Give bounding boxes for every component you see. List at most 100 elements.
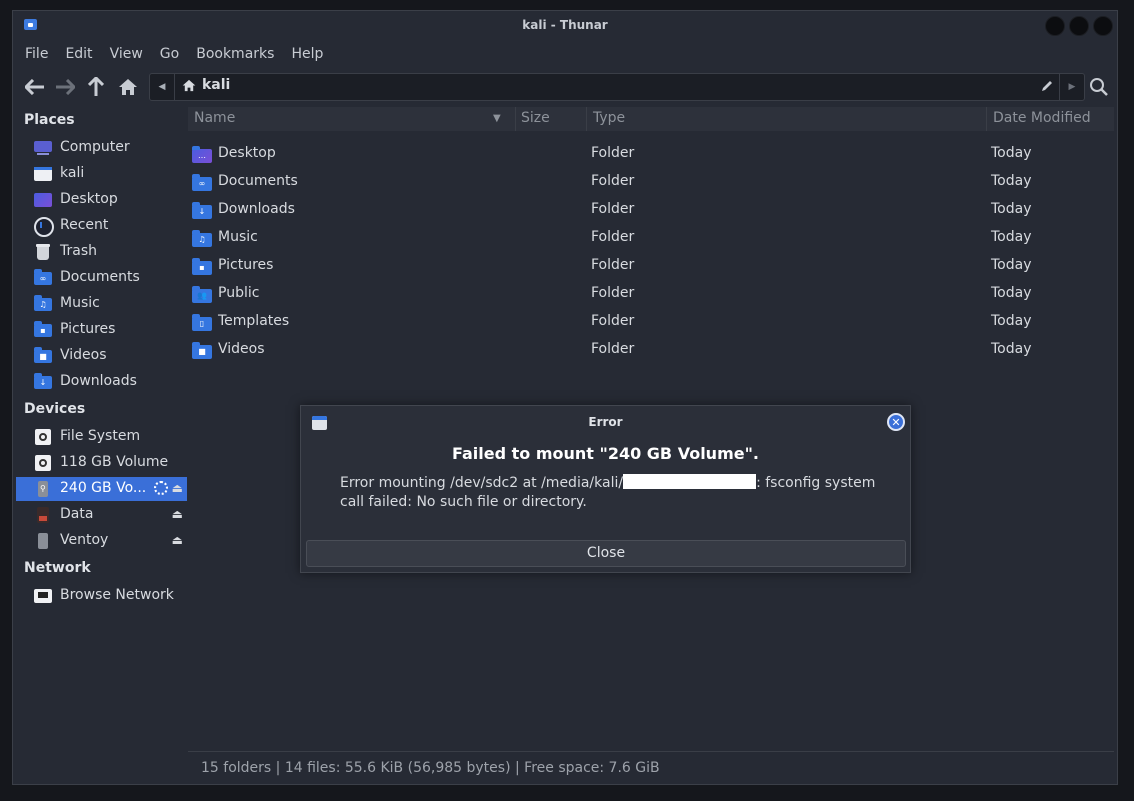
- eject-icon[interactable]: ⏏: [172, 533, 183, 547]
- file-row-documents[interactable]: ∞ Documents Folder Today: [188, 169, 1114, 197]
- status-bar: 15 folders | 14 files: 55.6 KiB (56,985 …: [188, 751, 1114, 785]
- sidebar-item-desktop[interactable]: Desktop: [16, 188, 187, 212]
- file-name: Pictures: [218, 257, 274, 273]
- file-name: Downloads: [218, 201, 295, 217]
- path-scroll-left-button[interactable]: ◀: [150, 74, 175, 100]
- column-separator[interactable]: [515, 107, 516, 131]
- sidebar-item-pictures[interactable]: ▪ Pictures: [16, 318, 187, 342]
- forward-button[interactable]: [53, 75, 77, 99]
- file-type: Folder: [591, 173, 635, 189]
- sidebar-item-label: Recent: [60, 217, 109, 233]
- title-bar[interactable]: kali - Thunar: [13, 11, 1117, 41]
- devices-heading: Devices: [24, 401, 86, 417]
- close-button[interactable]: Close: [306, 540, 906, 567]
- file-row-music[interactable]: ♫ Music Folder Today: [188, 225, 1114, 253]
- file-row-templates[interactable]: ▯ Templates Folder Today: [188, 309, 1114, 337]
- sidebar-item-data[interactable]: Data ⏏: [16, 503, 187, 527]
- sidebar-item-kali[interactable]: kali: [16, 162, 187, 186]
- dialog-message: Error mounting /dev/sdc2 at /media/kali/…: [340, 474, 890, 512]
- sidebar-item-118gb-volume[interactable]: 118 GB Volume: [16, 451, 187, 475]
- column-header-date-modified[interactable]: Date Modified: [993, 110, 1091, 126]
- column-separator[interactable]: [986, 107, 987, 131]
- file-name: Desktop: [218, 145, 276, 161]
- network-icon: [34, 588, 52, 604]
- sidebar-item-browse-network[interactable]: Browse Network: [16, 584, 187, 608]
- status-text: 15 folders | 14 files: 55.6 KiB (56,985 …: [201, 760, 660, 776]
- clock-icon: [34, 217, 54, 237]
- sidebar-item-240gb-volume[interactable]: ⚲ 240 GB Vo... ⏏: [16, 477, 187, 501]
- home-button[interactable]: [116, 75, 140, 99]
- downloads-folder-icon: ↓: [192, 202, 212, 219]
- arrow-up-icon: [88, 77, 104, 96]
- sidebar-item-label: Music: [60, 295, 100, 311]
- menu-bookmarks[interactable]: Bookmarks: [196, 46, 274, 66]
- menu-go[interactable]: Go: [160, 46, 179, 66]
- path-scroll-right-button[interactable]: ▶: [1059, 74, 1084, 100]
- file-type: Folder: [591, 201, 635, 217]
- menu-edit[interactable]: Edit: [65, 46, 92, 66]
- column-separator[interactable]: [586, 107, 587, 131]
- menu-view[interactable]: View: [110, 46, 143, 66]
- close-window-button[interactable]: [1093, 16, 1113, 36]
- column-header-size[interactable]: Size: [521, 110, 550, 126]
- usb-drive-icon: ⚲: [34, 481, 52, 497]
- file-row-videos[interactable]: ■ Videos Folder Today: [188, 337, 1114, 365]
- sidebar-item-label: Videos: [60, 347, 107, 363]
- sidebar-item-trash[interactable]: Trash: [16, 240, 187, 264]
- search-button[interactable]: [1087, 75, 1111, 99]
- menu-file[interactable]: File: [25, 46, 48, 66]
- file-date: Today: [991, 285, 1032, 301]
- menu-help[interactable]: Help: [291, 46, 323, 66]
- file-name: Videos: [218, 341, 265, 357]
- pictures-folder-icon: ▪: [34, 321, 52, 337]
- sidebar-item-recent[interactable]: Recent: [16, 214, 187, 238]
- public-folder-icon: 👥: [192, 286, 212, 303]
- edit-location-button[interactable]: [1040, 79, 1054, 97]
- documents-folder-icon: ∞: [192, 174, 212, 191]
- minimize-button[interactable]: [1045, 16, 1065, 36]
- home-icon: [182, 79, 196, 91]
- sidebar-item-downloads[interactable]: ↓ Downloads: [16, 370, 187, 394]
- thunar-window: kali - Thunar File Edit View Go Bookmark…: [12, 10, 1118, 785]
- sidebar-item-label: Documents: [60, 269, 140, 285]
- window-title: kali - Thunar: [522, 18, 608, 32]
- column-header-name[interactable]: Name: [194, 110, 235, 126]
- back-button[interactable]: [23, 75, 47, 99]
- desktop-icon: [34, 192, 52, 208]
- menu-bar: File Edit View Go Bookmarks Help: [25, 46, 323, 66]
- file-date: Today: [991, 145, 1032, 161]
- file-row-public[interactable]: 👥 Public Folder Today: [188, 281, 1114, 309]
- sidebar-item-music[interactable]: ♫ Music: [16, 292, 187, 316]
- location-bar[interactable]: ◀ kali ▶: [149, 73, 1085, 101]
- column-header-type[interactable]: Type: [593, 110, 625, 126]
- downloads-folder-icon: ↓: [34, 373, 52, 389]
- file-row-downloads[interactable]: ↓ Downloads Folder Today: [188, 197, 1114, 225]
- dialog-close-icon[interactable]: ✕: [887, 413, 905, 431]
- file-name: Documents: [218, 173, 298, 189]
- sidebar-item-videos[interactable]: ■ Videos: [16, 344, 187, 368]
- loading-spinner-icon: [154, 481, 168, 495]
- file-row-desktop[interactable]: … Desktop Folder Today: [188, 141, 1114, 169]
- trash-icon: [34, 244, 52, 260]
- sidebar: Places Computer kali Desktop Recent Tras…: [13, 107, 187, 784]
- sidebar-item-documents[interactable]: ∞ Documents: [16, 266, 187, 290]
- home-folder-icon: [34, 166, 52, 182]
- sidebar-item-ventoy[interactable]: Ventoy ⏏: [16, 529, 187, 553]
- sidebar-item-file-system[interactable]: File System: [16, 425, 187, 449]
- drive-icon: [34, 455, 52, 471]
- eject-icon[interactable]: ⏏: [172, 507, 183, 521]
- file-type: Folder: [591, 229, 635, 245]
- eject-icon[interactable]: ⏏: [172, 481, 183, 495]
- sidebar-item-computer[interactable]: Computer: [16, 136, 187, 160]
- path-crumb-home[interactable]: kali: [182, 77, 230, 93]
- sidebar-item-label: Trash: [60, 243, 97, 259]
- file-row-pictures[interactable]: ▪ Pictures Folder Today: [188, 253, 1114, 281]
- dialog-title: Error: [588, 415, 623, 429]
- sd-card-icon: [34, 507, 52, 523]
- file-date: Today: [991, 341, 1032, 357]
- maximize-button[interactable]: [1069, 16, 1089, 36]
- desktop-folder-icon: …: [192, 146, 212, 163]
- network-heading: Network: [24, 560, 91, 576]
- file-date: Today: [991, 173, 1032, 189]
- up-button[interactable]: [84, 75, 108, 99]
